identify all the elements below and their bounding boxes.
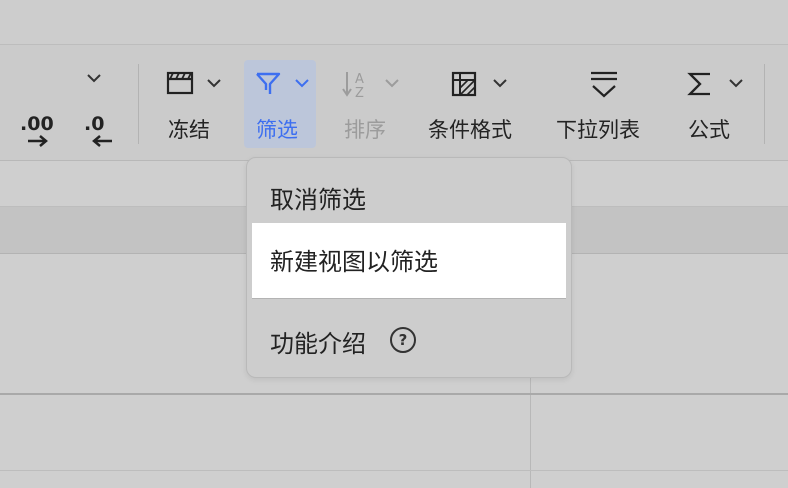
svg-text:A: A — [355, 72, 364, 87]
conditional-format-button[interactable]: 条件格式 — [426, 62, 526, 148]
svg-text:Z: Z — [355, 86, 364, 100]
conditional-format-label: 条件格式 — [428, 118, 512, 142]
arrow-left-icon — [92, 135, 112, 147]
chevron-down-icon — [493, 79, 507, 88]
chevron-down-icon — [729, 79, 743, 88]
freeze-button[interactable]: 冻结 — [160, 62, 230, 148]
freeze-panes-icon — [166, 71, 194, 95]
decrease-decimal-label: .0 — [84, 113, 105, 135]
chevron-down-icon[interactable] — [86, 72, 102, 84]
dropdown-list-label: 下拉列表 — [556, 118, 640, 142]
menu-item-label: 新建视图以筛选 — [270, 248, 438, 276]
chevron-down-icon — [385, 79, 399, 88]
increase-decimal-label: .00 — [20, 113, 54, 135]
menu-item-cancel-filter[interactable]: 取消筛选 — [252, 168, 566, 224]
toolbar-divider — [138, 64, 139, 144]
sort-button[interactable]: A Z 排序 — [336, 62, 406, 148]
filter-icon — [256, 72, 281, 94]
formula-button[interactable]: 公式 — [684, 62, 754, 148]
sort-icon: A Z — [342, 72, 364, 100]
sigma-icon — [687, 72, 710, 96]
freeze-label: 冻结 — [168, 118, 210, 142]
filter-button[interactable]: 筛选 — [244, 60, 316, 148]
help-circle-icon: ? — [390, 327, 416, 353]
menu-item-new-view-filter[interactable]: 新建视图以筛选 — [252, 223, 566, 298]
menu-item-label: 取消筛选 — [270, 186, 366, 214]
grid-row-line — [0, 393, 788, 395]
arrow-right-icon — [28, 135, 48, 147]
top-bar — [0, 0, 788, 45]
chevron-down-icon — [207, 79, 221, 88]
dropdown-list-icon — [591, 71, 617, 98]
filter-label: 筛选 — [256, 118, 298, 142]
menu-item-label: 功能介绍 — [270, 330, 366, 358]
grid-row-line — [0, 470, 788, 471]
formula-label: 公式 — [688, 118, 730, 142]
conditional-format-icon — [451, 71, 477, 97]
increase-decimal-button[interactable]: .00 — [18, 113, 58, 153]
dropdown-list-button[interactable]: 下拉列表 — [554, 62, 654, 148]
sort-label: 排序 — [344, 118, 386, 142]
filter-dropdown-menu: 取消筛选 新建视图以筛选 功能介绍 ? — [246, 157, 572, 378]
toolbar-divider — [764, 64, 765, 144]
menu-item-feature-intro[interactable]: 功能介绍 ? — [252, 310, 566, 368]
menu-divider — [252, 298, 566, 299]
chevron-down-icon — [295, 79, 309, 88]
decrease-decimal-button[interactable]: .0 — [82, 113, 122, 153]
